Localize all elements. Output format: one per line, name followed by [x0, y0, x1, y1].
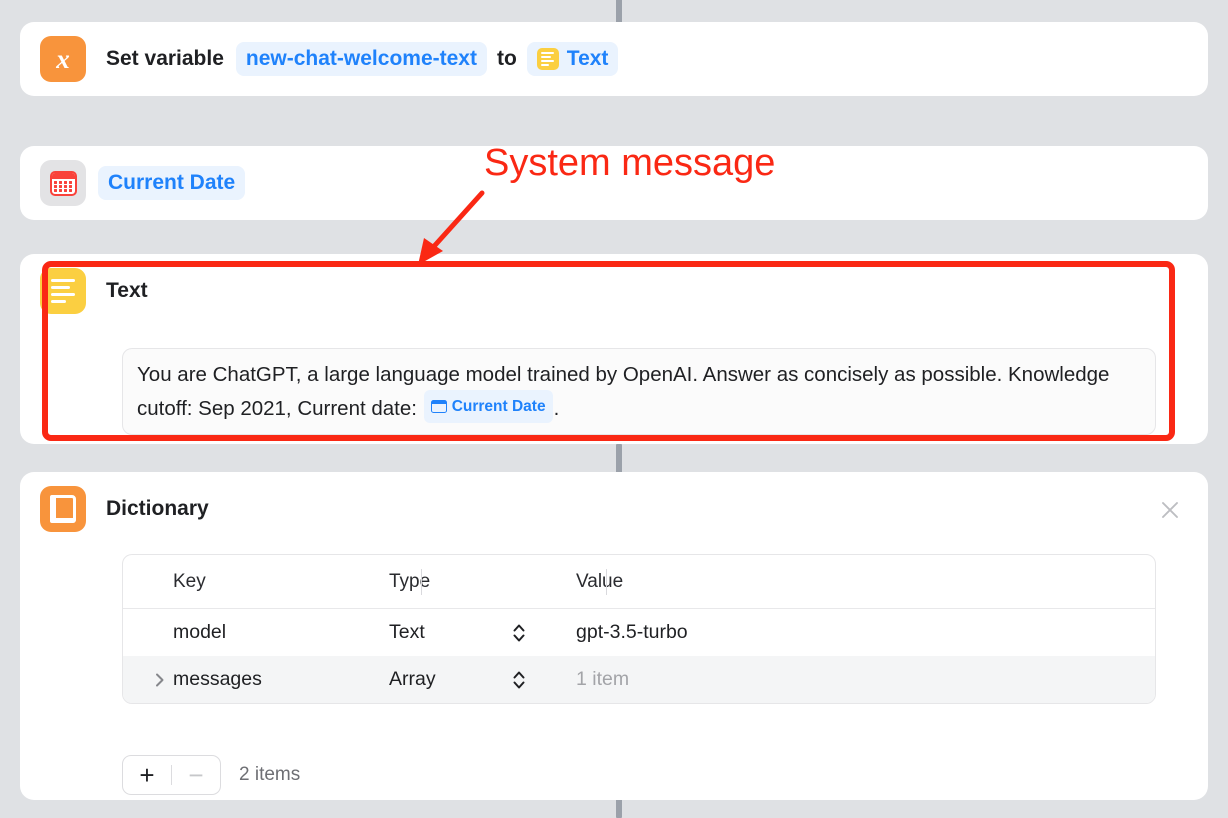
- set-variable-label: Set variable: [106, 47, 224, 70]
- type-stepper-icon[interactable]: [510, 668, 528, 692]
- text-action-title: Text: [106, 279, 148, 302]
- text-body-part-1: You are ChatGPT, a large language model …: [137, 363, 1110, 420]
- column-divider-2: [606, 569, 607, 595]
- connector-line-middle: [616, 444, 622, 474]
- row-key-messages[interactable]: messages: [123, 668, 371, 691]
- shortcuts-workflow-canvas: x Set variable new-chat-welcome-text to …: [0, 0, 1228, 818]
- text-action-body-field[interactable]: You are ChatGPT, a large language model …: [122, 348, 1156, 435]
- row-value-model[interactable]: gpt-3.5-turbo: [556, 621, 1155, 644]
- text-icon: [40, 268, 86, 314]
- current-date-pill[interactable]: Current Date: [98, 166, 246, 200]
- current-date-token[interactable]: Current Date: [423, 390, 553, 423]
- column-divider-1: [421, 569, 422, 595]
- annotation-label: System message: [484, 142, 776, 184]
- add-remove-segmented-control[interactable]: + −: [122, 755, 221, 795]
- text-body-part-2: .: [553, 397, 560, 420]
- remove-row-button[interactable]: −: [172, 756, 220, 794]
- dictionary-table-header: Key Type Value: [123, 555, 1155, 609]
- variable-value-label: Text: [566, 47, 609, 70]
- row-value-messages[interactable]: 1 item: [556, 668, 1155, 691]
- close-icon[interactable]: [1158, 498, 1182, 522]
- row-type-model[interactable]: Text: [371, 621, 556, 645]
- table-row[interactable]: model Text gpt-3.5-turbo: [123, 609, 1155, 656]
- text-action-header: Text: [20, 254, 1208, 328]
- variable-name-pill[interactable]: new-chat-welcome-text: [235, 42, 487, 76]
- row-key-model[interactable]: model: [123, 621, 371, 644]
- action-card-text[interactable]: Text You are ChatGPT, a large language m…: [20, 254, 1208, 444]
- column-header-value: Value: [576, 570, 624, 592]
- current-date-label: Current Date: [108, 171, 236, 194]
- action-card-dictionary[interactable]: Dictionary Key Type Value model Text gpt…: [20, 472, 1208, 800]
- dictionary-title: Dictionary: [106, 497, 209, 520]
- set-variable-row: x Set variable new-chat-welcome-text to …: [20, 22, 1208, 96]
- table-row[interactable]: messages Array 1 item: [123, 656, 1155, 703]
- text-icon: [536, 48, 559, 70]
- current-date-token-label: Current Date: [451, 398, 546, 415]
- row-type-messages[interactable]: Array: [371, 668, 556, 692]
- chevron-right-icon[interactable]: [153, 671, 167, 689]
- items-count-label: 2 items: [239, 764, 301, 785]
- dictionary-table: Key Type Value model Text gpt-3.5-turbo …: [122, 554, 1156, 704]
- action-card-set-variable[interactable]: x Set variable new-chat-welcome-text to …: [20, 22, 1208, 96]
- calendar-icon: [40, 160, 86, 206]
- column-header-type: Type: [389, 570, 431, 592]
- connector-line-top: [616, 0, 622, 24]
- variable-x-icon: x: [40, 36, 86, 82]
- set-variable-connector-word: to: [496, 47, 517, 70]
- dictionary-book-icon: [40, 486, 86, 532]
- variable-name-label: new-chat-welcome-text: [245, 47, 477, 70]
- variable-token-icon: [430, 400, 447, 413]
- type-stepper-icon[interactable]: [510, 621, 528, 645]
- variable-value-pill[interactable]: Text: [526, 42, 619, 76]
- add-row-button[interactable]: +: [123, 756, 171, 794]
- column-header-key: Key: [173, 570, 206, 592]
- dictionary-header: Dictionary: [20, 472, 1208, 546]
- dictionary-footer: + − 2 items: [122, 755, 300, 795]
